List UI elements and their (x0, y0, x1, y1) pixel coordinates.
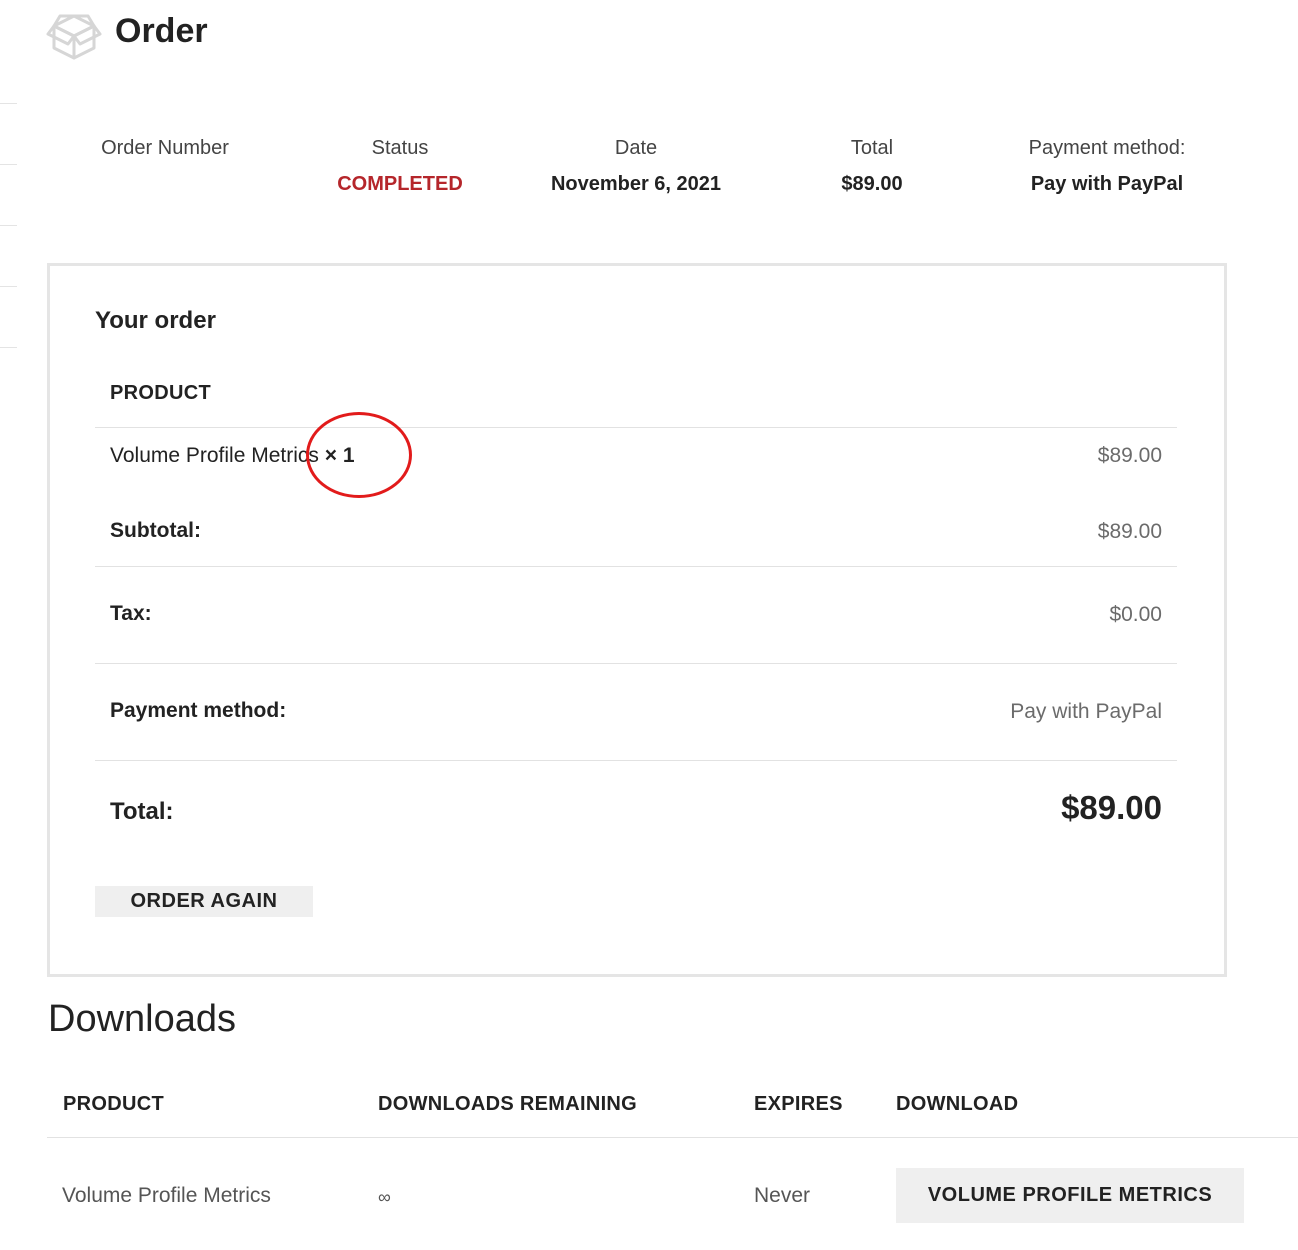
payment-method-label: Payment method: (1028, 137, 1186, 159)
status-badge: COMPLETED (337, 173, 463, 195)
download-button[interactable]: VOLUME PROFILE METRICS (896, 1168, 1244, 1223)
order-again-button[interactable]: ORDER AGAIN (95, 886, 313, 917)
page-title: Order (115, 12, 208, 50)
sidebar-divider (0, 225, 17, 226)
downloads-product-header: PRODUCT (63, 1093, 164, 1115)
annotation-circle (306, 412, 412, 498)
date-value: November 6, 2021 (550, 173, 722, 195)
payment-method-row-label: Payment method: (110, 699, 287, 722)
tax-value: $0.00 (1109, 603, 1162, 626)
total-value: $89.00 (841, 173, 903, 195)
sidebar-divider (0, 103, 17, 104)
expires-value: Never (754, 1184, 811, 1207)
downloads-remaining-header: DOWNLOADS REMAINING (378, 1093, 638, 1115)
payment-method-value: Pay with PayPal (1030, 173, 1184, 195)
item-price: $89.00 (1097, 444, 1162, 467)
order-details-panel (47, 263, 1227, 977)
product-column-header: PRODUCT (110, 382, 211, 404)
tax-label: Tax: (110, 602, 152, 625)
order-number-label: Order Number (101, 137, 229, 159)
download-product-link[interactable]: Volume Profile Metrics (62, 1184, 271, 1208)
downloads-expires-header: EXPIRES (754, 1093, 843, 1115)
payment-method-row-value: Pay with PayPal (1010, 700, 1162, 723)
downloads-download-header: DOWNLOAD (896, 1093, 1019, 1115)
sidebar-divider (0, 286, 17, 287)
sidebar-divider (0, 164, 17, 165)
order-total-label: Total: (110, 798, 174, 825)
divider (95, 663, 1177, 664)
downloads-remaining-value: ∞ (378, 1187, 391, 1207)
status-label: Status (371, 137, 429, 159)
your-order-heading: Your order (95, 307, 216, 334)
divider (95, 427, 1177, 428)
divider (95, 760, 1177, 761)
subtotal-value: $89.00 (1097, 520, 1162, 543)
divider (47, 1137, 1298, 1138)
product-link[interactable]: Volume Profile Metrics (110, 444, 319, 467)
divider (95, 566, 1177, 567)
total-label: Total (850, 137, 894, 159)
order-total-value: $89.00 (1061, 789, 1162, 826)
downloads-heading: Downloads (48, 998, 236, 1040)
box-icon (46, 8, 102, 64)
subtotal-label: Subtotal: (110, 519, 201, 542)
date-label: Date (614, 137, 658, 159)
sidebar-divider (0, 347, 17, 348)
